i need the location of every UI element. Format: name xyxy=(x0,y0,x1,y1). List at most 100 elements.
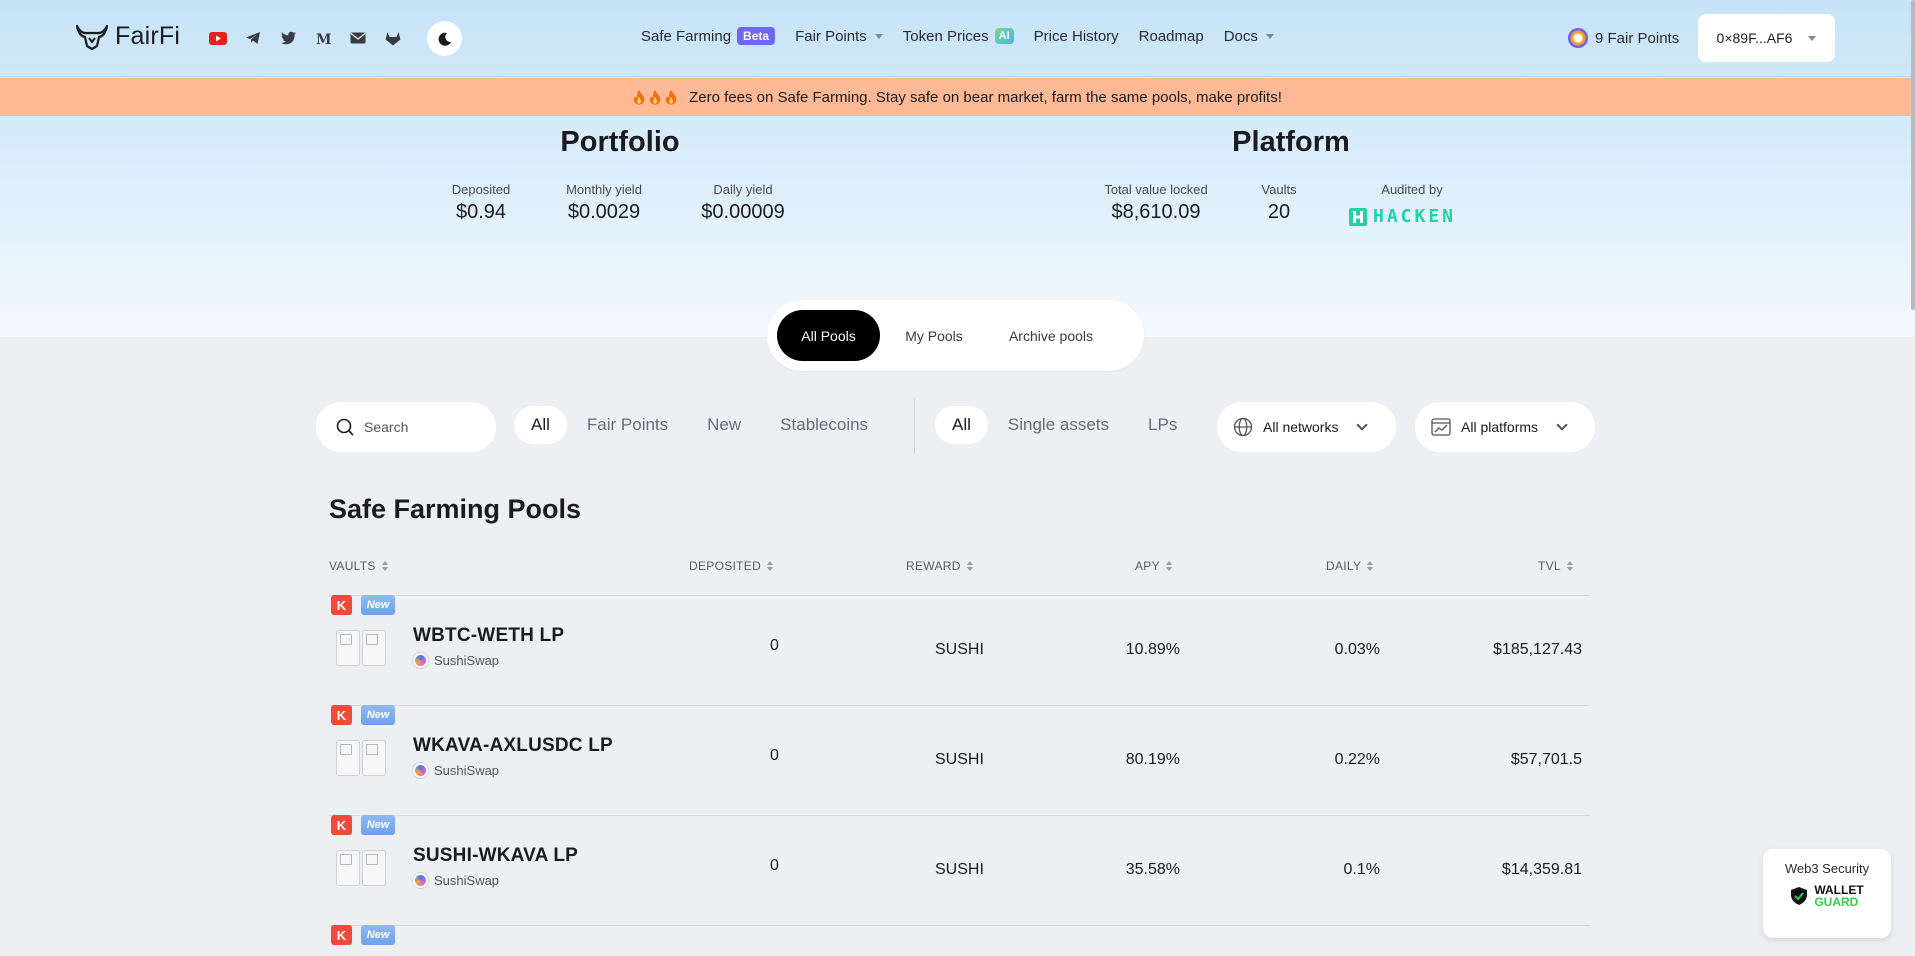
reward-cell: SUSHI xyxy=(935,861,984,878)
chip-new[interactable]: New xyxy=(690,406,758,444)
theme-toggle-button[interactable] xyxy=(427,21,462,56)
deposited-label: Deposited xyxy=(451,182,511,197)
mail-icon[interactable] xyxy=(347,28,369,48)
sort-icon xyxy=(1165,561,1172,571)
medium-icon[interactable]: M xyxy=(312,28,334,48)
nav-price-history[interactable]: Price History xyxy=(1034,28,1119,45)
apy-cell: 80.19% xyxy=(1125,751,1180,768)
nav-safe-farming[interactable]: Safe Farming Beta xyxy=(641,27,776,45)
th-apy-label: APY xyxy=(1135,559,1160,573)
wallet-button[interactable]: 0×89F...AF6 xyxy=(1698,14,1835,62)
chip-single-assets[interactable]: Single assets xyxy=(991,406,1126,444)
vault-platform-label: SushiSwap xyxy=(434,763,500,778)
th-deposited[interactable]: DEPOSITED xyxy=(689,559,774,573)
chevron-down-icon xyxy=(1808,35,1817,41)
nav-roadmap[interactable]: Roadmap xyxy=(1139,28,1204,45)
reward-cell: SUSHI xyxy=(935,751,984,768)
kava-tag-icon: K xyxy=(331,705,352,725)
twitter-icon[interactable] xyxy=(277,28,299,48)
monthly-yield-stat: Monthly yield $0.0029 xyxy=(544,182,664,224)
tvl-cell: $14,359.81 xyxy=(1501,861,1582,878)
wallet-guard-widget[interactable]: Web3 Security WALLET GUARD xyxy=(1763,849,1891,938)
chip-stablecoins[interactable]: Stablecoins xyxy=(763,406,885,444)
banner-text: Zero fees on Safe Farming. Stay safe on … xyxy=(689,88,1282,106)
nav-token-prices-label: Token Prices xyxy=(902,27,989,45)
monthly-yield-value: $0.0029 xyxy=(567,201,641,223)
new-badge: New xyxy=(361,925,395,945)
th-deposited-label: DEPOSITED xyxy=(689,559,762,573)
gitlab-icon[interactable] xyxy=(382,28,404,48)
table-row[interactable]: K New WBTC-WETH LP SushiSwap 0 SUSHI 10.… xyxy=(0,595,1915,705)
search-placeholder: Search xyxy=(364,419,409,435)
youtube-icon[interactable] xyxy=(207,28,229,48)
vaults-label: Vaults xyxy=(1261,182,1297,197)
fairfi-logo[interactable]: FairFi xyxy=(75,22,180,51)
vault-platform: SushiSwap xyxy=(413,653,499,668)
svg-text:M: M xyxy=(316,32,331,45)
chip-lps[interactable]: LPs xyxy=(1131,406,1194,444)
deposited-cell: 0 xyxy=(770,857,779,874)
tab-archive-pools[interactable]: Archive pools xyxy=(996,310,1106,361)
chevron-down-icon xyxy=(1556,419,1568,431)
deposited-stat: Deposited $0.94 xyxy=(431,182,531,224)
bull-logo-icon xyxy=(75,24,109,50)
chip-asset-all[interactable]: All xyxy=(935,406,988,444)
vault-name: SUSHI-WKAVA LP xyxy=(413,845,578,866)
th-apy[interactable]: APY xyxy=(1135,559,1172,573)
kava-tag-icon: K xyxy=(331,815,352,835)
networks-dropdown[interactable]: All networks xyxy=(1217,402,1396,452)
nav-fair-points[interactable]: Fair Points xyxy=(795,28,883,45)
chevron-down-icon xyxy=(1356,419,1369,431)
main-nav: Safe Farming Beta Fair Points Token Pric… xyxy=(641,27,1274,45)
page-scrollbar[interactable] xyxy=(1911,0,1915,310)
search-input[interactable]: Search xyxy=(316,402,496,452)
nav-roadmap-label: Roadmap xyxy=(1138,27,1204,45)
ai-badge: AI xyxy=(994,28,1014,44)
sort-icon xyxy=(767,561,774,571)
deposited-value: $0.94 xyxy=(455,201,507,223)
apy-cell: 10.89% xyxy=(1125,641,1180,658)
fair-points-counter[interactable]: 9 Fair Points xyxy=(1568,28,1679,48)
tab-my-pools[interactable]: My Pools xyxy=(894,310,974,361)
deposited-cell: 0 xyxy=(770,747,779,764)
wallet-address: 0×89F...AF6 xyxy=(1716,30,1793,46)
fire-icons xyxy=(633,89,677,105)
logo-text: FairFi xyxy=(115,22,181,50)
nav-price-history-label: Price History xyxy=(1033,27,1119,45)
fair-points-icon xyxy=(1568,28,1588,48)
audited-stat: Audited by xyxy=(1352,182,1472,197)
tab-all-pools[interactable]: All Pools xyxy=(777,310,880,361)
chip-category-all[interactable]: All xyxy=(514,406,567,444)
telegram-icon[interactable] xyxy=(242,28,264,48)
pool-tabs: All Pools My Pools Archive pools xyxy=(767,300,1144,371)
daily-yield-stat: Daily yield $0.00009 xyxy=(683,182,803,224)
nav-token-prices[interactable]: Token Prices AI xyxy=(903,28,1014,45)
table-row[interactable]: K New SUSHI-WKAVA LP SushiSwap 0 SUSHI 3… xyxy=(0,815,1915,925)
token-image-icon xyxy=(336,630,360,666)
th-daily[interactable]: DAILY xyxy=(1326,559,1374,573)
chart-icon xyxy=(1431,418,1451,436)
table-row[interactable]: K New xyxy=(0,925,1915,956)
wallet-guard-title: Web3 Security xyxy=(1784,861,1870,876)
table-row[interactable]: K New WKAVA-AXLUSDC LP SushiSwap 0 SUSHI… xyxy=(0,705,1915,815)
th-reward-label: REWARD xyxy=(906,559,961,573)
wallet-guard-wordmark: WALLET GUARD xyxy=(1814,884,1863,908)
monthly-yield-label: Monthly yield xyxy=(566,182,642,197)
th-vaults[interactable]: VAULTS xyxy=(329,559,388,573)
tvl-value: $8,610.09 xyxy=(1111,201,1201,223)
token-image-icon xyxy=(362,630,386,666)
audited-label: Audited by xyxy=(1381,182,1443,197)
th-reward[interactable]: REWARD xyxy=(906,559,973,573)
sort-icon xyxy=(966,561,973,571)
tvl-label: Total value locked xyxy=(1104,182,1208,197)
th-tvl[interactable]: TVL xyxy=(1538,559,1573,573)
networks-label: All networks xyxy=(1263,419,1339,435)
daily-yield-label: Daily yield xyxy=(713,182,773,197)
platforms-dropdown[interactable]: All platforms xyxy=(1415,402,1595,452)
th-vaults-label: VAULTS xyxy=(329,559,376,573)
hacken-logo[interactable]: HACKEN xyxy=(1349,206,1456,227)
nav-docs[interactable]: Docs xyxy=(1224,28,1274,45)
chip-fair-points[interactable]: Fair Points xyxy=(570,406,685,444)
auditor-name: HACKEN xyxy=(1373,206,1457,227)
reward-cell: SUSHI xyxy=(935,641,984,658)
